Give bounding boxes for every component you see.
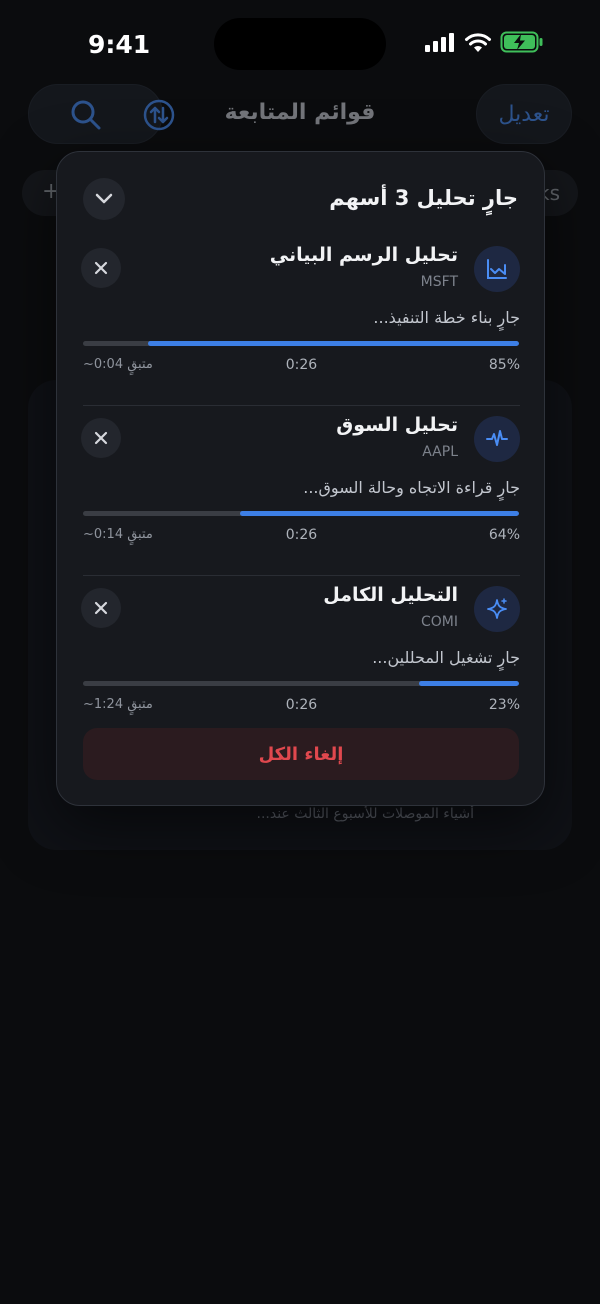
task-ticker: MSFT [420, 274, 458, 290]
cancel-task-button[interactable] [81, 248, 121, 288]
remaining-time: ~0:14 متبقٍ [83, 527, 153, 542]
page-title: قوائم المتابعة [224, 100, 376, 125]
search-button[interactable] [69, 98, 103, 136]
cancel-all-button[interactable]: إلغاء الكل [83, 728, 519, 780]
progress-track [83, 341, 519, 346]
task-name: التحليل الكامل [323, 584, 458, 606]
status-time: 9:41 [88, 30, 151, 59]
task-icon [474, 586, 520, 632]
pulse-icon [486, 430, 508, 446]
progress-fill [239, 511, 519, 516]
task-icon [474, 416, 520, 462]
task-name: تحليل الرسم البياني [269, 244, 458, 266]
progress-track [83, 681, 519, 686]
sparkle-icon [487, 598, 507, 619]
panel-title: جارٍ تحليل 3 أسهم [329, 186, 518, 210]
close-icon [94, 601, 108, 615]
status-icons [424, 31, 544, 53]
analysis-progress-panel: جارٍ تحليل 3 أسهم تحليل الرسم البياني MS… [56, 151, 545, 806]
task-ticker: COMI [420, 614, 458, 630]
task-icon [474, 246, 520, 292]
sort-arrows-icon [143, 99, 175, 131]
battery-charging-icon [500, 31, 543, 53]
status-bar: 9:41 [0, 0, 600, 90]
wifi-icon [465, 32, 491, 52]
collapse-button[interactable] [83, 178, 125, 220]
chart-icon [487, 259, 507, 279]
news-snippet: أشياء الموصلات للأسبوع الثالث عند... [256, 806, 475, 822]
task-row: تحليل السوق AAPL جارٍ قراءة الاتجاه وحال… [57, 406, 546, 576]
remaining-time: ~1:24 متبقٍ [83, 697, 153, 712]
watchlists-header: قوائم المتابعة تعديل [0, 84, 600, 146]
progress-fill [148, 341, 519, 346]
search-icon [71, 100, 101, 130]
cellular-signal-icon [425, 33, 454, 52]
chevron-down-icon [95, 193, 113, 204]
task-ticker: AAPL [422, 444, 458, 460]
cancel-task-button[interactable] [81, 418, 121, 458]
dynamic-island [214, 18, 386, 70]
task-status: جارٍ بناء خطة التنفيذ... [373, 308, 520, 327]
cancel-task-button[interactable] [81, 588, 121, 628]
sort-button[interactable] [142, 98, 176, 136]
close-icon [94, 261, 108, 275]
progress-fill [418, 681, 519, 686]
header-actions-pill [28, 84, 175, 144]
task-status: جارٍ تشغيل المحللين... [372, 648, 520, 667]
task-row: تحليل الرسم البياني MSFT جارٍ بناء خطة ا… [57, 236, 546, 406]
edit-button[interactable]: تعديل [476, 84, 572, 144]
task-status: جارٍ قراءة الاتجاه وحالة السوق... [303, 478, 520, 497]
progress-track [83, 511, 519, 516]
task-name: تحليل السوق [336, 414, 458, 436]
remaining-time: ~0:04 متبقٍ [83, 357, 153, 372]
cancel-all-label: إلغاء الكل [258, 743, 344, 765]
task-row: التحليل الكامل COMI جارٍ تشغيل المحللين.… [57, 576, 546, 746]
close-icon [94, 431, 108, 445]
